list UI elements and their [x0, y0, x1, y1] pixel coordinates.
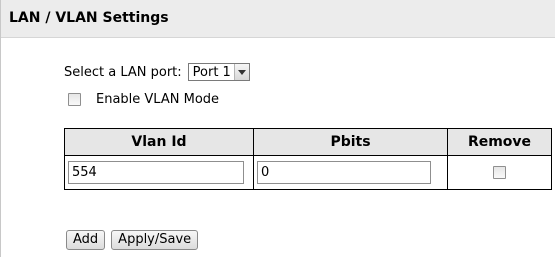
- table-row: 554 0: [64, 155, 552, 190]
- port-select-label: Select a LAN port:: [64, 64, 182, 80]
- enable-vlan-mode-checkbox[interactable]: [68, 92, 81, 106]
- lan-port-selected-value: Port 1: [192, 64, 231, 80]
- port-select-row: Select a LAN port: Port 1: [64, 62, 250, 82]
- apply-save-button[interactable]: Apply/Save: [111, 230, 199, 250]
- remove-cell: [447, 155, 552, 190]
- lan-port-select[interactable]: Port 1: [187, 63, 250, 81]
- add-button[interactable]: Add: [66, 230, 106, 250]
- column-header-remove: Remove: [447, 128, 552, 156]
- page-title: LAN / VLAN Settings: [9, 10, 169, 26]
- column-header-vlan-id: Vlan Id: [64, 128, 254, 156]
- enable-vlan-mode-label: Enable VLAN Mode: [96, 91, 220, 107]
- chevron-down-icon[interactable]: [233, 64, 249, 80]
- remove-row-checkbox[interactable]: [493, 166, 506, 179]
- vlan-table-header-row: Vlan Id Pbits Remove: [64, 128, 552, 156]
- frame-border: [0, 0, 1, 257]
- action-buttons: Add Apply/Save: [66, 230, 199, 250]
- vlan-id-input[interactable]: 554: [68, 161, 244, 184]
- pbits-cell: 0: [253, 155, 448, 190]
- vlan-mode-row: Enable VLAN Mode: [68, 90, 219, 108]
- column-header-pbits: Pbits: [253, 128, 448, 156]
- pbits-input[interactable]: 0: [257, 161, 431, 184]
- vlan-id-cell: 554: [64, 155, 254, 190]
- settings-header: LAN / VLAN Settings: [1, 0, 555, 38]
- vlan-table: Vlan Id Pbits Remove 554 0: [64, 128, 552, 190]
